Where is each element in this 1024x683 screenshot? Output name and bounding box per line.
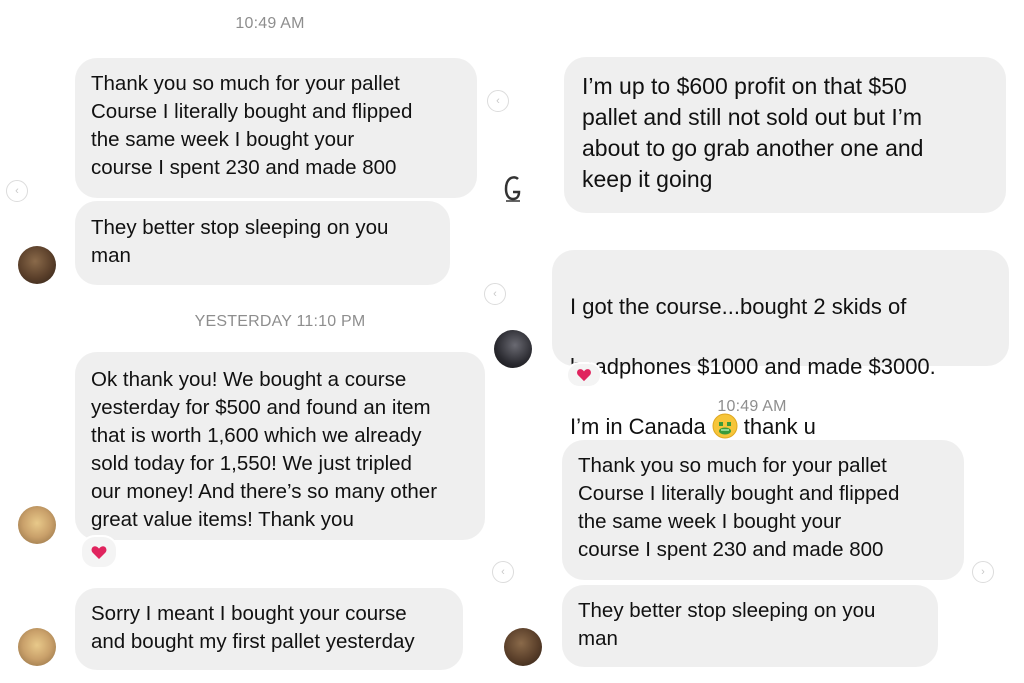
message-text: thank u [743,414,816,439]
message-bubble[interactable]: I’m up to $600 profit on that $50 pallet… [564,57,1006,213]
left-chat-panel: 10:49 AM Thank you so much for your pall… [0,0,512,683]
message-bubble[interactable]: I got the course...bought 2 skids of hea… [552,250,1009,439]
red-heart-icon [577,369,591,382]
message-bubble[interactable]: Thank you so much for your pallet Course… [75,58,477,198]
message-bubble[interactable]: Ok thank you! We bought a course yesterd… [75,352,485,540]
reply-arrow-icon[interactable]: ‹ [492,561,514,583]
reply-arrow-icon[interactable]: ‹ [487,90,509,112]
message-text: I’m in Canada [570,414,706,439]
message-line: headphones $1000 and made $3000. [570,354,936,379]
forward-arrow-icon[interactable]: › [972,561,994,583]
right-chat-panel: ‹ I’m up to $600 profit on that $50 pall… [484,0,1024,683]
reaction-heart[interactable] [566,362,602,388]
message-bubble[interactable]: Thank you so much for your pallet Course… [562,440,964,580]
message-line: I got the course...bought 2 skids of [570,294,907,319]
avatar[interactable] [18,506,56,544]
reply-arrow-icon[interactable]: ‹ [6,180,28,202]
timestamp: YESTERDAY 11:10 PM [194,313,366,330]
red-heart-icon [91,545,107,559]
timestamp: 10:49 AM [235,15,305,32]
message-bubble[interactable]: They better stop sleeping on you man [75,201,450,285]
reaction-heart[interactable] [80,535,118,569]
avatar[interactable] [494,330,532,368]
avatar[interactable] [504,628,542,666]
message-bubble[interactable]: Sorry I meant I bought your course and b… [75,588,463,670]
avatar[interactable] [18,246,56,284]
brand-logo-icon [500,174,526,204]
timestamp: 10:49 AM [717,398,787,415]
message-bubble[interactable]: They better stop sleeping on you man [562,585,938,667]
avatar[interactable] [18,628,56,666]
reply-arrow-icon[interactable]: ‹ [484,283,506,305]
